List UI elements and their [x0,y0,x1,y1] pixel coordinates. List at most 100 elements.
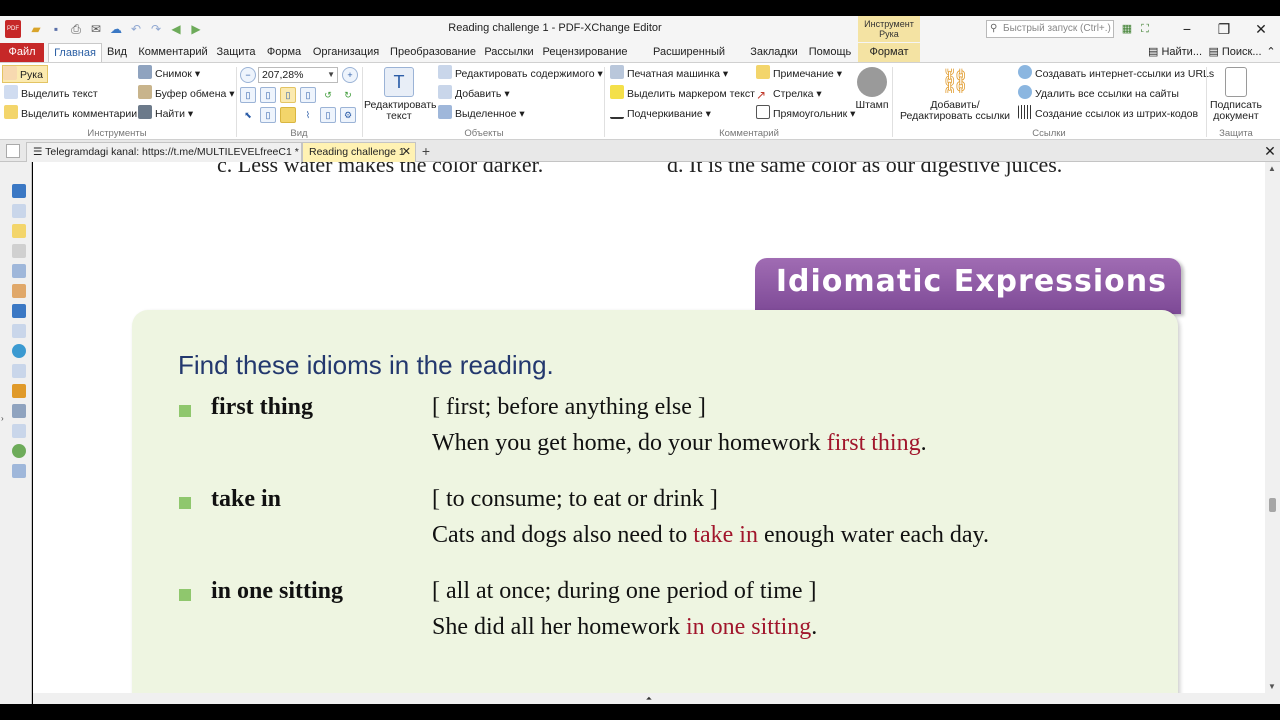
close-all-tabs-icon[interactable]: ✕ [1262,142,1278,160]
select-comments-label: Выделить комментарии [21,108,138,120]
pages-thumbnails-icon[interactable] [12,204,26,218]
select-tool-icon[interactable]: ⬉ [240,107,256,123]
typewriter-button[interactable]: Печатная машинка ▾ [610,65,728,83]
scroll-down-icon[interactable]: ▼ [1268,682,1276,691]
tab-bookmarks[interactable]: Закладки [748,43,800,62]
stamp-button[interactable]: Штамп [854,67,890,111]
fields-icon[interactable] [12,464,26,478]
example-text: . [811,614,818,640]
add-button[interactable]: Добавить ▾ [438,85,510,103]
underline-icon [610,105,624,119]
tab-mailings[interactable]: Рассылки [484,43,534,62]
tab-review[interactable]: Рецензирование [542,43,628,62]
close-tab-icon[interactable]: ✕ [402,143,411,162]
content-panel-icon[interactable] [12,324,26,338]
snapshot-button[interactable]: Снимок ▾ [138,65,200,83]
hand-tool-button[interactable]: Рука [2,65,48,83]
arrow-button[interactable]: ↗ Стрелка ▾ [756,85,822,103]
actual-size-icon[interactable]: ▯ [240,87,256,103]
links-panel-icon[interactable] [12,384,26,398]
doc-tab-label: Telegramdagi kanal: https://t.me/MULTILE… [45,146,299,158]
bookmarks-icon[interactable] [12,184,26,198]
highlight-text-button[interactable]: Выделить маркером текст [610,85,755,103]
maximize-button[interactable]: ❐ [1205,16,1243,42]
rectangle-button[interactable]: Прямоугольник ▾ [756,105,855,123]
tab-organize[interactable]: Организация [312,43,380,62]
layers-panel-icon[interactable] [12,304,26,318]
pages-icon[interactable]: ▯ [260,107,276,123]
document-view[interactable]: c. Less water makes the color darker. d.… [33,162,1265,693]
attach-icon[interactable]: ⌇ [300,107,316,123]
barcode-links-label: Создание ссылок из штрих-кодов [1035,108,1199,120]
remove-web-links-button[interactable]: Удалить все ссылки на сайты [1018,85,1179,103]
camera-icon [138,65,152,79]
bottom-toolbar-toggle[interactable]: ⏶ [33,693,1265,704]
doc-tab-reading-challenge[interactable]: Reading challenge 1 ✕ [302,142,416,162]
tab-format[interactable]: Формат [858,43,920,62]
scroll-thumb[interactable] [1269,498,1276,512]
fit-visible-icon[interactable]: ▯ [300,87,316,103]
location-icon[interactable] [12,344,26,358]
articles-icon[interactable] [12,424,26,438]
selected-button[interactable]: Выделенное ▾ [438,105,525,123]
tab-convert[interactable]: Преобразование [388,43,478,62]
tab-home[interactable]: Главная [48,43,102,62]
zoom-out-icon[interactable]: − [240,67,256,83]
clipboard-button[interactable]: Буфер обмена ▾ [138,85,235,103]
vertical-scrollbar[interactable]: ▲ ▼ [1265,162,1280,704]
barcode-links-button[interactable]: Создание ссылок из штрих-кодов [1018,105,1198,123]
signatures-icon[interactable] [12,284,26,298]
tab-view[interactable]: Вид [104,43,130,62]
edit-text-button[interactable]: T Редактировать текст [364,67,437,122]
sign-document-button[interactable]: Подписать документ [1208,67,1264,122]
find-menu-button[interactable]: ▤ Найти... [1146,43,1204,62]
comments-panel-icon[interactable] [12,224,26,238]
create-web-links-button[interactable]: Создавать интернет-ссылки из URLs [1018,65,1214,83]
select-comments-button[interactable]: Выделить комментарии [4,105,137,123]
doc-tab-telegram[interactable]: ☰ Telegramdagi kanal: https://t.me/MULTI… [26,142,302,162]
collapse-ribbon-icon[interactable]: ⌃ [1264,43,1278,62]
underline-button[interactable]: Подчеркивание ▾ [610,105,711,123]
tab-share[interactable]: Расширенный доступ [636,43,742,77]
search-icon: ⚲ [990,23,998,34]
structure-icon[interactable] [12,364,26,378]
tab-help[interactable]: Помощь [806,43,854,62]
attachments-icon[interactable] [12,244,26,258]
zoom-in-icon[interactable]: + [342,67,358,83]
barcode-icon [1018,105,1032,119]
rotate-left-icon[interactable]: ↺ [320,87,336,103]
new-tab-icon[interactable]: + [418,144,434,160]
tags-icon[interactable] [12,404,26,418]
select-text-button[interactable]: Выделить текст [4,85,98,103]
comment-icon[interactable] [280,107,296,123]
fit-width-icon[interactable]: ▯ [280,87,296,103]
panel-expand-icon[interactable]: › [1,414,4,423]
group-label-view: Вид [290,128,308,139]
zoom-field[interactable]: 207,28% ▼ [258,67,338,83]
search-menu-button[interactable]: ▤ Поиск... [1206,43,1264,62]
grid-options-icon[interactable]: ▦ [1118,19,1136,39]
find-button[interactable]: Найти ▾ [138,105,193,123]
layers-icon[interactable]: ▯ [320,107,336,123]
fit-page-icon[interactable]: ▯ [260,87,276,103]
note-button[interactable]: Примечание ▾ [756,65,842,83]
quick-launch-search[interactable]: ⚲ Быстрый запуск (Ctrl+.) [986,20,1114,38]
edit-content-button[interactable]: Редактировать содержимого ▾ [438,65,603,83]
highlighter-icon [610,85,624,99]
tab-file[interactable]: Файл [0,43,44,62]
rotate-right-icon[interactable]: ↻ [340,87,356,103]
scroll-up-icon[interactable]: ▲ [1268,164,1276,173]
fullscreen-icon[interactable]: ⛶ [1136,19,1154,39]
add-edit-links-button[interactable]: ⛓ Добавить/Редактировать ссылки [896,67,1014,122]
minimize-button[interactable]: − [1168,16,1206,42]
tab-protect[interactable]: Защита [216,43,256,62]
view-settings-icon[interactable]: ⚙ [340,107,356,123]
separator [892,67,893,137]
chevron-up-icon[interactable]: ⏶ [646,694,652,703]
document-properties-icon[interactable] [12,264,26,278]
search-panel-icon[interactable] [12,444,26,458]
tab-comment[interactable]: Комментарий [136,43,210,62]
close-window-button[interactable]: ✕ [1242,16,1280,42]
tab-form[interactable]: Форма [264,43,304,62]
pane-toggle-icon[interactable] [6,144,20,158]
